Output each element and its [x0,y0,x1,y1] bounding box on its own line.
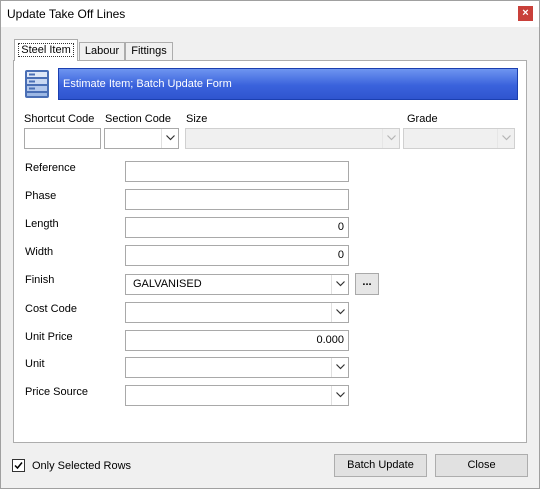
form-banner: Estimate Item; Batch Update Form [58,68,518,100]
tab-labour-label: Labour [84,45,120,57]
finish-label: Finish [25,274,55,286]
chevron-down-icon [387,135,396,141]
cost-code-dropdown-button[interactable] [331,303,348,322]
banner-title: Estimate Item; Batch Update Form [63,78,232,90]
section-code-select[interactable] [104,128,179,149]
reference-input[interactable] [125,161,349,182]
price-source-select[interactable] [125,385,349,406]
phase-input[interactable] [125,189,349,210]
checkmark-icon [14,462,23,470]
only-selected-rows-label: Only Selected Rows [32,460,132,472]
size-select[interactable] [185,128,400,149]
grade-label: Grade [407,113,438,125]
steel-item-panel: Estimate Item; Batch Update Form Shortcu… [13,60,527,443]
tab-labour[interactable]: Labour [79,42,125,60]
database-stack-icon [25,70,49,98]
grade-dropdown-button[interactable] [497,129,514,148]
tab-fittings-label: Fittings [131,45,167,57]
cost-code-label: Cost Code [25,303,77,315]
chevron-down-icon [502,135,511,141]
shortcut-code-label: Shortcut Code [24,113,95,125]
section-code-label: Section Code [105,113,172,125]
chevron-down-icon [166,135,175,141]
only-selected-rows-checkbox[interactable] [12,459,25,472]
tab-steel-item[interactable]: Steel Item [14,39,78,61]
unit-select[interactable] [125,357,349,378]
window-title: Update Take Off Lines [7,7,126,21]
finish-browse-button[interactable]: ... [355,273,379,295]
price-source-label: Price Source [25,386,88,398]
tab-steel-item-label: Steel Item [18,43,74,57]
finish-dropdown-button[interactable] [331,275,348,294]
chevron-down-icon [336,364,345,370]
chevron-down-icon [336,281,345,287]
close-window-button[interactable]: × [518,6,533,21]
phase-label: Phase [25,190,57,202]
price-source-dropdown-button[interactable] [331,386,348,405]
unit-price-input[interactable]: 0.000 [125,330,349,351]
cost-code-select[interactable] [125,302,349,323]
close-button[interactable]: Close [435,454,528,477]
width-label: Width [25,246,54,258]
width-input[interactable]: 0 [125,245,349,266]
shortcut-code-input[interactable] [24,128,101,149]
update-take-off-lines-dialog: Update Take Off Lines × Steel Item Labou… [0,0,540,489]
title-bar: Update Take Off Lines × [1,1,539,27]
length-input[interactable]: 0 [125,217,349,238]
tab-fittings[interactable]: Fittings [125,42,173,60]
reference-label: Reference [25,162,76,174]
unit-label: Unit [25,358,45,370]
size-dropdown-button[interactable] [382,129,399,148]
size-label: Size [186,113,208,125]
chevron-down-icon [336,309,345,315]
section-code-dropdown-button[interactable] [161,129,178,148]
chevron-down-icon [336,392,345,398]
unit-dropdown-button[interactable] [331,358,348,377]
grade-select[interactable] [403,128,515,149]
unit-price-label: Unit Price [25,331,73,343]
batch-update-button[interactable]: Batch Update [334,454,427,477]
length-label: Length [25,218,59,230]
finish-select[interactable]: GALVANISED [125,274,349,295]
finish-value: GALVANISED [133,278,202,290]
